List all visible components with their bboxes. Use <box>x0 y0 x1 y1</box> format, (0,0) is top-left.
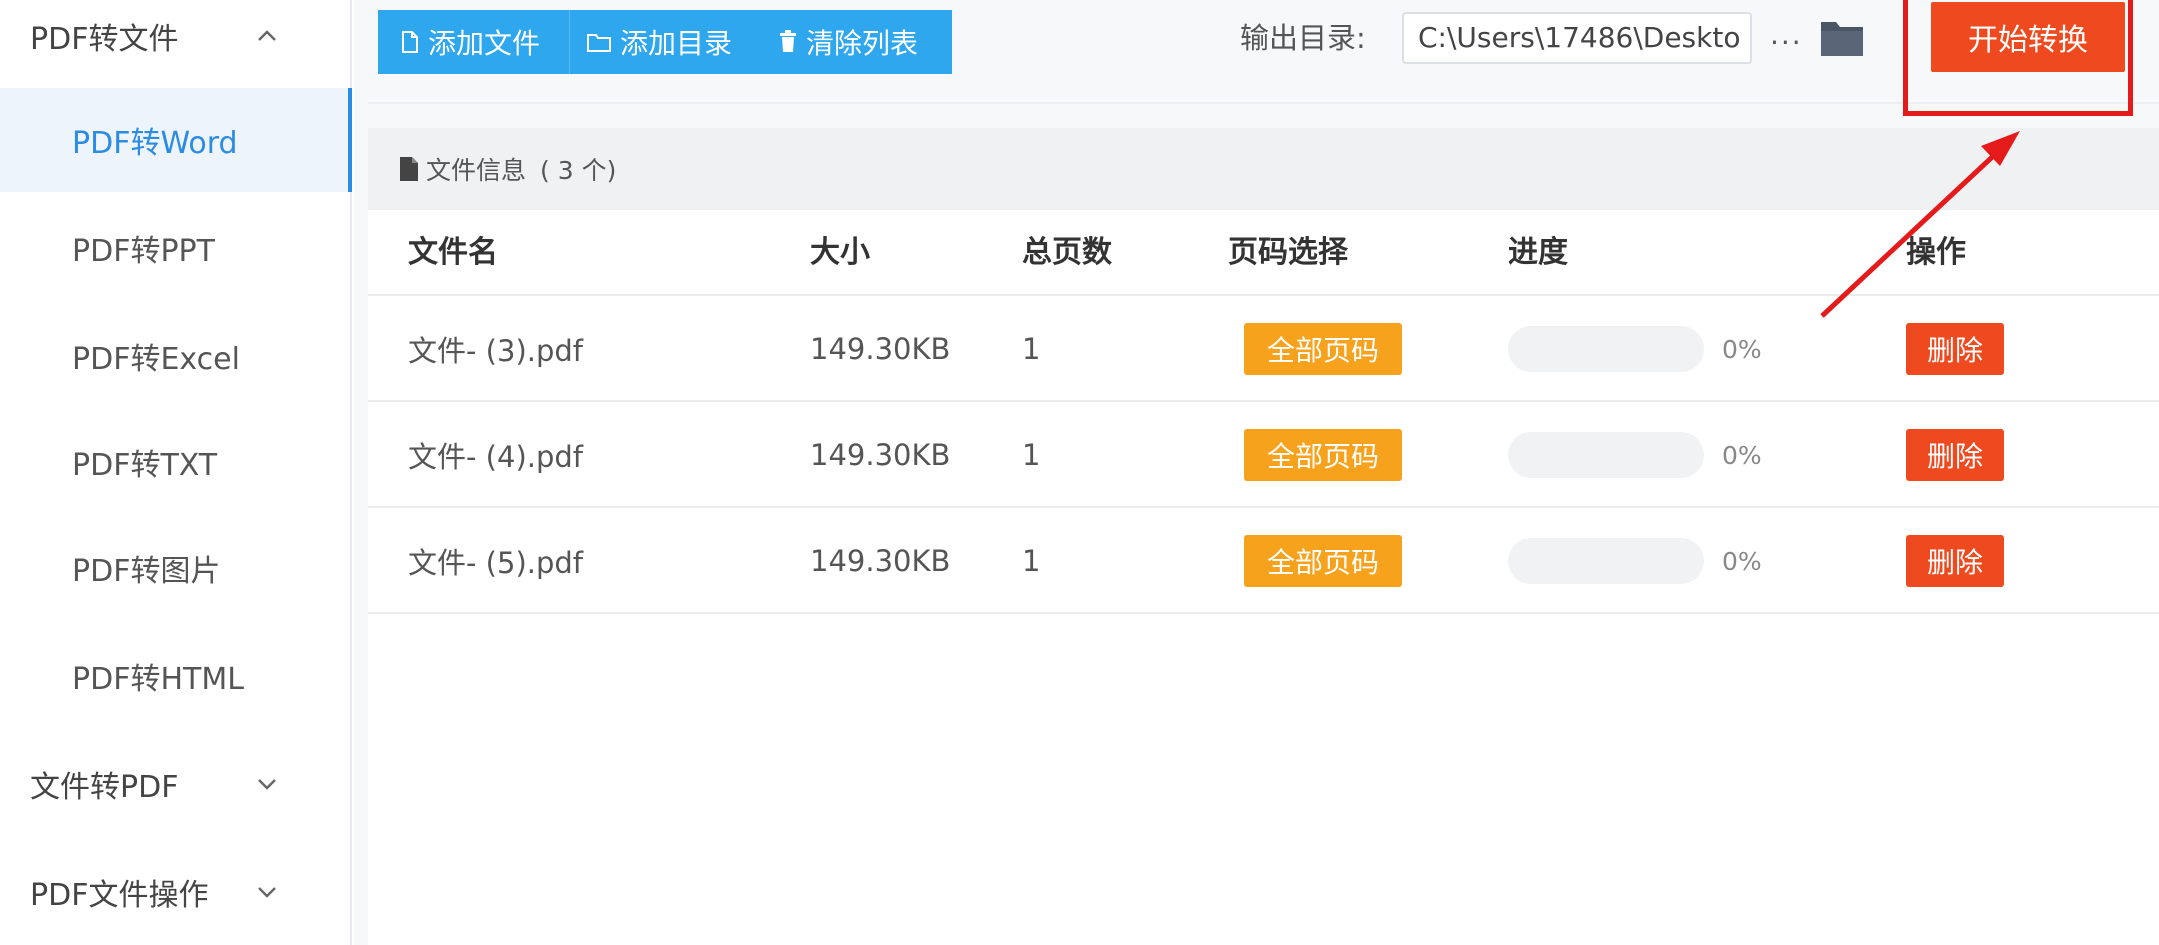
delete-button[interactable]: 删除 <box>1906 429 2004 481</box>
col-header-size: 大小 <box>810 235 870 270</box>
file-icon <box>402 31 418 53</box>
progress-bar <box>1508 538 1704 584</box>
col-header-pages: 总页数 <box>1022 235 1112 270</box>
page-select-cell: 全部页码 <box>1244 508 1402 614</box>
sidebar-group-label: PDF文件操作 <box>30 878 209 913</box>
delete-button[interactable]: 删除 <box>1906 323 2004 375</box>
add-file-label: 添加文件 <box>428 27 541 60</box>
sidebar-item-label: PDF转PPT <box>72 234 215 269</box>
file-info-header: 文件信息 ( 3 个) <box>368 128 2159 210</box>
file-count: ( 3 个) <box>540 156 617 185</box>
page-count: 1 <box>1022 544 1041 578</box>
output-dir-label: 输出目录: <box>1240 21 1366 55</box>
add-folder-button[interactable]: 添加目录 <box>570 10 762 74</box>
sidebar-group-pdf-ops[interactable]: PDF文件操作 <box>0 856 352 928</box>
file-info-title: 文件信息 <box>426 156 527 185</box>
table-row: 文件- (4).pdf 149.30KB 1 全部页码 0% 删除 <box>368 402 2159 508</box>
file-name: 文件- (4).pdf <box>408 440 584 474</box>
progress-bar <box>1508 432 1704 478</box>
col-header-progress: 进度 <box>1508 235 1568 270</box>
toolbar: 添加文件 添加目录 清除列表 输出目录: C:\Users\17486\Desk… <box>368 0 2159 104</box>
page-count: 1 <box>1022 438 1041 472</box>
folder-outline-icon <box>587 34 611 52</box>
sidebar-item-label: PDF转Excel <box>72 342 240 377</box>
file-size: 149.30KB <box>810 438 951 472</box>
sidebar-item-label: PDF转HTML <box>72 662 244 697</box>
file-name: 文件- (5).pdf <box>408 546 584 580</box>
clear-list-label: 清除列表 <box>806 27 919 60</box>
annotation-highlight-box <box>1903 0 2133 116</box>
action-cell: 删除 <box>1906 402 2004 508</box>
file-panel: 文件信息 ( 3 个) 文件名 大小 总页数 页码选择 进度 操作 文件- (3… <box>368 128 2159 945</box>
action-cell: 删除 <box>1906 508 2004 614</box>
sidebar-item-pdf-to-ppt[interactable]: PDF转PPT <box>0 196 352 300</box>
progress-cell: 0% <box>1508 402 1762 508</box>
progress-percent: 0% <box>1722 546 1762 576</box>
col-header-page-select: 页码选择 <box>1228 235 1348 270</box>
chevron-down-icon <box>258 887 276 898</box>
progress-percent: 0% <box>1722 440 1762 470</box>
more-options-button[interactable]: ··· <box>1770 26 1803 59</box>
page-select-button[interactable]: 全部页码 <box>1244 535 1402 587</box>
sidebar-item-pdf-to-excel[interactable]: PDF转Excel <box>0 304 352 408</box>
progress-percent: 0% <box>1722 334 1762 364</box>
action-cell: 删除 <box>1906 296 2004 402</box>
file-size: 149.30KB <box>810 544 951 578</box>
table-header: 文件名 大小 总页数 页码选择 进度 操作 <box>368 210 2159 296</box>
progress-bar <box>1508 326 1704 372</box>
sidebar-group-label: PDF转文件 <box>30 22 179 57</box>
page-select-cell: 全部页码 <box>1244 296 1402 402</box>
table-row: 文件- (3).pdf 149.30KB 1 全部页码 0% 删除 <box>368 296 2159 402</box>
file-name: 文件- (3).pdf <box>408 334 584 368</box>
sidebar-item-pdf-to-image[interactable]: PDF转图片 <box>0 516 352 620</box>
col-header-name: 文件名 <box>408 235 498 270</box>
output-dir-input[interactable]: C:\Users\17486\Deskto <box>1402 12 1752 64</box>
folder-icon[interactable] <box>1818 16 1866 60</box>
clear-list-button[interactable]: 清除列表 <box>762 10 952 74</box>
sidebar-item-label: PDF转TXT <box>72 448 218 483</box>
add-folder-label: 添加目录 <box>620 27 733 60</box>
page-select-cell: 全部页码 <box>1244 402 1402 508</box>
file-size: 149.30KB <box>810 332 951 366</box>
sidebar-item-pdf-to-word[interactable]: PDF转Word <box>0 88 352 192</box>
sidebar-group-label: 文件转PDF <box>30 770 179 805</box>
sidebar: PDF转文件 PDF转Word PDF转PPT PDF转Excel PDF转TX… <box>0 0 352 945</box>
progress-cell: 0% <box>1508 296 1762 402</box>
sidebar-item-label: PDF转图片 <box>72 554 221 589</box>
page-count: 1 <box>1022 332 1041 366</box>
document-icon <box>400 157 418 181</box>
col-header-action: 操作 <box>1906 235 1966 270</box>
chevron-down-icon <box>258 779 276 790</box>
sidebar-item-label: PDF转Word <box>72 126 238 161</box>
sidebar-group-file-to-pdf[interactable]: 文件转PDF <box>0 748 352 820</box>
chevron-up-icon <box>258 30 276 41</box>
sidebar-group-pdf-to-file[interactable]: PDF转文件 <box>0 0 352 72</box>
trash-icon <box>780 30 796 52</box>
table-row: 文件- (5).pdf 149.30KB 1 全部页码 0% 删除 <box>368 508 2159 614</box>
progress-cell: 0% <box>1508 508 1762 614</box>
add-file-button[interactable]: 添加文件 <box>378 10 570 74</box>
page-select-button[interactable]: 全部页码 <box>1244 323 1402 375</box>
delete-button[interactable]: 删除 <box>1906 535 2004 587</box>
sidebar-item-pdf-to-html[interactable]: PDF转HTML <box>0 624 352 728</box>
sidebar-item-pdf-to-txt[interactable]: PDF转TXT <box>0 410 352 514</box>
main-area: 添加文件 添加目录 清除列表 输出目录: C:\Users\17486\Desk… <box>354 0 2159 945</box>
page-select-button[interactable]: 全部页码 <box>1244 429 1402 481</box>
